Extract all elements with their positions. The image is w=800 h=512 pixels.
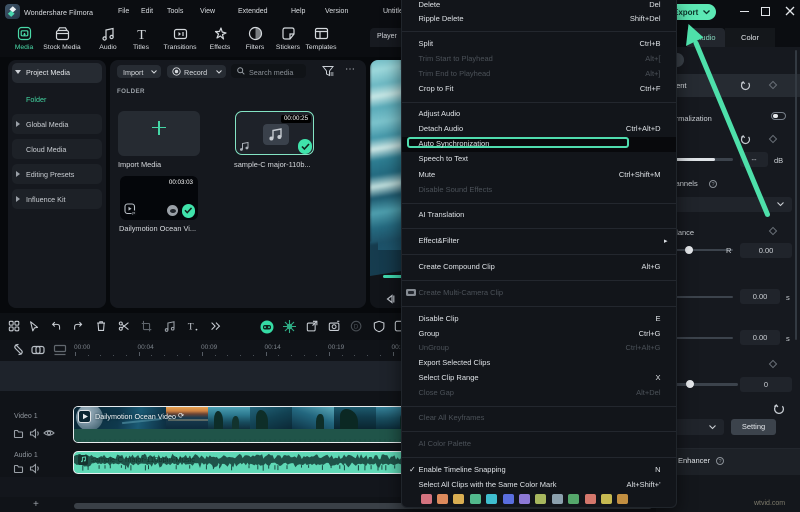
svg-text:T: T [188,322,194,333]
svg-text:D: D [354,324,359,331]
svg-text:P: P [132,211,135,216]
